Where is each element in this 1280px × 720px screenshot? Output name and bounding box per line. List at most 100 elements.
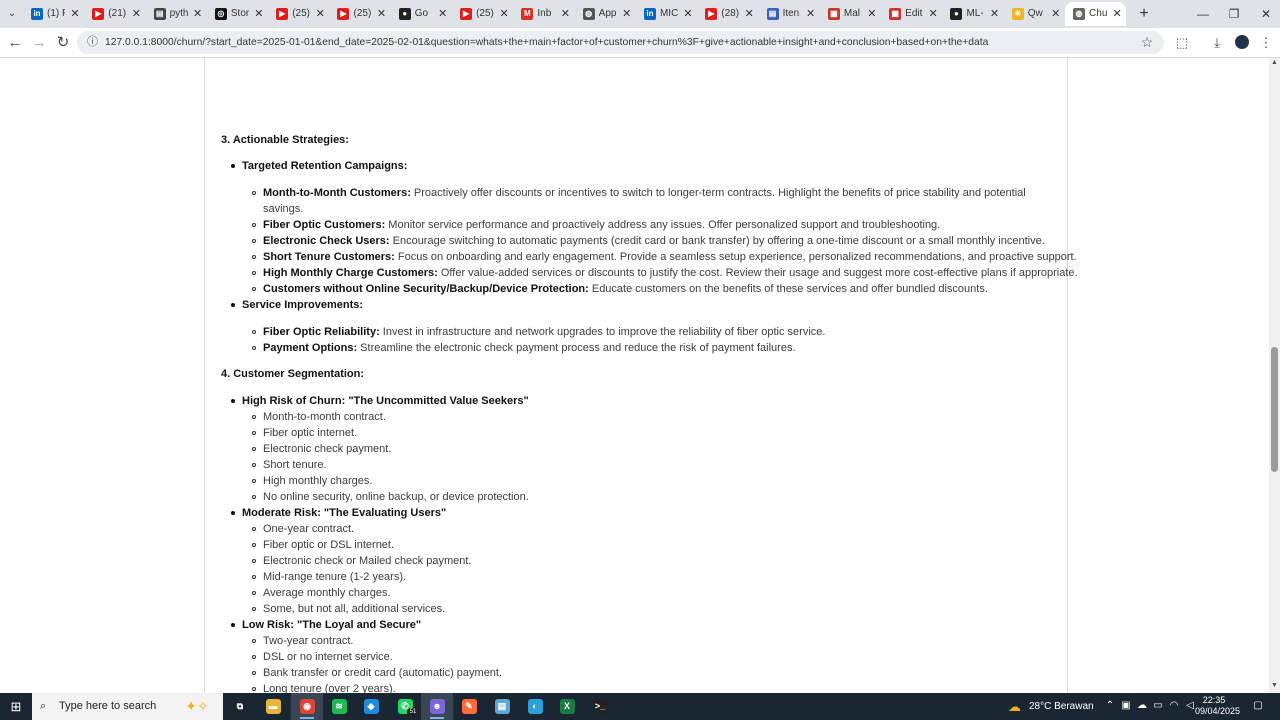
close-tab-icon[interactable]: ✕ (437, 7, 449, 21)
list-group-label: Service Improvements: (242, 299, 364, 311)
github-icon: ● (950, 8, 963, 20)
list-group-label: Targeted Retention Campaigns: (242, 160, 408, 172)
network-icon[interactable]: ◠ (1167, 699, 1181, 713)
address-bar[interactable]: ⓘ 127.0.0.1:8000/churn/?start_date=2025-… (77, 31, 1164, 54)
browser-tab[interactable]: M Inb ✕ (513, 2, 574, 26)
site-info-icon[interactable]: ⓘ (85, 35, 100, 50)
document-icon: ▤ (153, 8, 166, 20)
browser-tab[interactable]: ▶ (28) ✕ (697, 2, 758, 26)
search-highlight-icon[interactable]: ✦✧ (177, 696, 217, 716)
clock-date: 09/04/2025 (1195, 706, 1241, 716)
segment-trait: No online security, online backup, or de… (263, 491, 529, 503)
url-text[interactable]: 127.0.0.1:8000/churn/?start_date=2025-01… (105, 35, 1125, 50)
scrollbar-thumb[interactable] (1271, 347, 1278, 472)
tab-search-icon[interactable]: ⌄ (3, 6, 21, 22)
browser-tab[interactable]: ▦ Mal ✕ (820, 2, 881, 26)
close-tab-icon[interactable]: ✕ (253, 7, 265, 21)
close-tab-icon[interactable]: ✕ (130, 7, 142, 21)
windows-start-icon[interactable]: ⊞ (8, 699, 24, 715)
close-tab-icon[interactable]: ✕ (743, 7, 755, 21)
weather-icon[interactable]: ☁ (1008, 698, 1025, 715)
list-item-text: Offer value-added services or discounts … (437, 267, 1078, 279)
segment-trait: Average monthly charges. (263, 587, 391, 599)
taskbar-app[interactable]: ☻ (421, 693, 453, 720)
taskbar-app[interactable]: ◆ (355, 693, 387, 720)
taskbar-app[interactable]: X (551, 693, 583, 720)
minimize-button[interactable]: — (1191, 4, 1215, 24)
close-tab-icon[interactable]: ✕ (559, 7, 571, 21)
downloads-icon[interactable]: ⤓ (1207, 33, 1227, 53)
close-tab-icon[interactable]: ✕ (988, 7, 1000, 21)
segment-trait: Long tenure (over 2 years). (263, 683, 396, 693)
tab-title: Qw (1027, 8, 1043, 19)
browser-tab[interactable]: ▦ Edit ✕ (881, 2, 942, 26)
segment-trait: High monthly charges. (263, 475, 373, 487)
close-tab-icon[interactable]: ✕ (1111, 7, 1123, 21)
browser-tab[interactable]: ▶ (21) ✕ (84, 2, 145, 26)
close-tab-icon[interactable]: ✕ (69, 7, 81, 21)
taskbar-app[interactable]: ◐ (519, 693, 551, 720)
close-tab-icon[interactable]: ✕ (927, 7, 939, 21)
taskbar-app[interactable]: ≋ (323, 693, 355, 720)
taskbar-app[interactable]: >_ (584, 693, 616, 720)
extensions-icon[interactable]: ⬚ (1172, 33, 1192, 53)
browser-tab[interactable]: ▤ Iten ✕ (759, 2, 820, 26)
close-window-button[interactable]: ✕ (1254, 4, 1278, 24)
show-hidden-icons-icon[interactable]: ⌃ (1103, 699, 1117, 713)
close-tab-icon[interactable]: ✕ (682, 7, 694, 21)
browser-menu-icon[interactable]: ⋮ (1256, 33, 1276, 53)
browser-tab[interactable]: ▶ (25) ✕ (268, 2, 329, 26)
list-item: Customers without Online Security/Backup… (263, 282, 988, 296)
meet-now-icon[interactable]: ▣ (1119, 699, 1133, 713)
document-icon: ▤ (766, 8, 779, 20)
page-scrollbar[interactable]: ▲ ▼ (1269, 58, 1280, 693)
taskbar-app[interactable]: ⧉ (224, 693, 256, 720)
taskbar-app[interactable]: ▬ (257, 693, 289, 720)
sub-list-bullet (252, 431, 256, 435)
weather-text[interactable]: 28°C Berawan (1029, 700, 1094, 713)
close-tab-icon[interactable]: ✕ (866, 7, 878, 21)
battery-icon[interactable]: ▭ (1151, 699, 1165, 713)
browser-tab[interactable]: in MIC ✕ (636, 2, 697, 26)
profile-avatar[interactable] (1235, 35, 1249, 49)
segment-trait: Mid-range tenure (1-2 years). (263, 571, 407, 583)
taskbar-app[interactable]: ✆ 51 (389, 693, 421, 720)
list-item-label: Customers without Online Security/Backup… (263, 283, 589, 295)
browser-tab[interactable]: ◎ Stor ✕ (207, 2, 268, 26)
forward-button[interactable]: → (29, 33, 49, 53)
list-bullet (231, 511, 235, 515)
close-tab-icon[interactable]: ✕ (314, 7, 326, 21)
onedrive-icon[interactable]: ☁ (1135, 699, 1149, 713)
browser-tab[interactable]: ◍ App ✕ (575, 2, 636, 26)
browser-tab[interactable]: ● ML- ✕ (942, 2, 1003, 26)
close-tab-icon[interactable]: ✕ (805, 7, 817, 21)
taskbar-app[interactable]: ✎ (453, 693, 485, 720)
segment-trait: Two-year contract. (263, 635, 354, 647)
taskbar-app[interactable]: ◉ (291, 693, 323, 720)
back-button[interactable]: ← (5, 33, 25, 53)
scroll-up-arrow-icon[interactable]: ▲ (1269, 58, 1280, 68)
browser-tab[interactable]: ◍ Chu ✕ (1065, 2, 1127, 26)
close-tab-icon[interactable]: ✕ (498, 7, 510, 21)
browser-tab[interactable]: in (1) F ✕ (23, 2, 84, 26)
browser-tab[interactable]: ▶ (25) ✕ (329, 2, 390, 26)
list-item: Fiber Optic Customers: Monitor service p… (263, 218, 940, 232)
browser-tab[interactable]: ▶ (25) ✕ (452, 2, 513, 26)
close-tab-icon[interactable]: ✕ (621, 7, 633, 21)
reload-button[interactable]: ↻ (53, 33, 73, 53)
maximize-button[interactable]: ❐ (1222, 4, 1246, 24)
scroll-down-arrow-icon[interactable]: ▼ (1269, 681, 1280, 691)
browser-tab[interactable]: ✳ Qw ✕ (1004, 2, 1065, 26)
taskbar-app[interactable]: ▤ (486, 693, 518, 720)
close-tab-icon[interactable]: ✕ (375, 7, 387, 21)
browser-tab[interactable]: ● Go ✕ (391, 2, 452, 26)
browser-tab[interactable]: ▤ pyth ✕ (146, 2, 207, 26)
system-clock[interactable]: 22:35 09/04/2025 (1195, 695, 1241, 717)
pdf-icon: ▦ (889, 8, 902, 20)
new-tab-button[interactable]: + (1135, 5, 1153, 23)
taskbar-search-box[interactable]: ⌕ Type here to search ✦✧ (32, 693, 223, 720)
close-tab-icon[interactable]: ✕ (1050, 7, 1062, 21)
close-tab-icon[interactable]: ✕ (192, 7, 204, 21)
bookmark-star-icon[interactable]: ☆ (1139, 34, 1155, 50)
notifications-icon[interactable]: ▢ (1251, 699, 1265, 713)
